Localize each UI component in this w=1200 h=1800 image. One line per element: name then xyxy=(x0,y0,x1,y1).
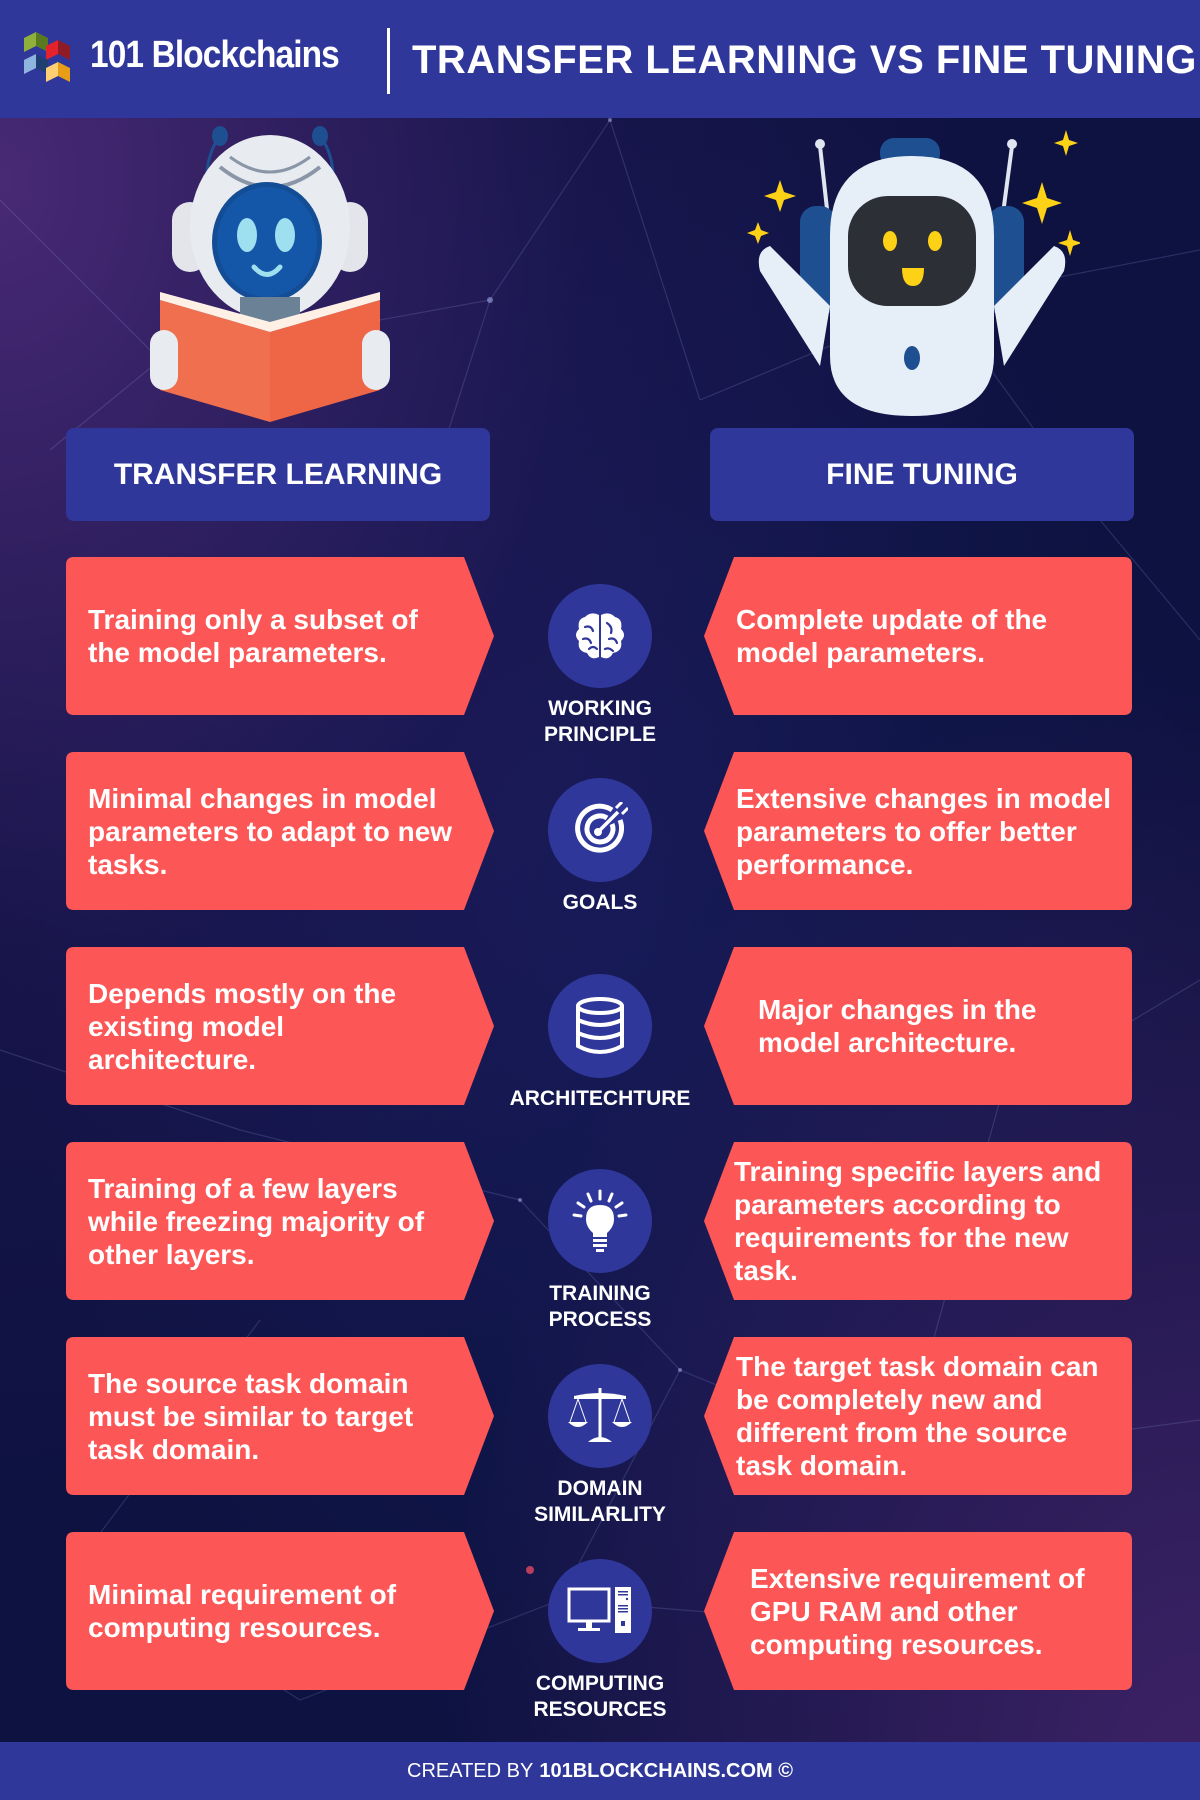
category-domain-similarity: DOMAIN SIMILARLITY xyxy=(520,1364,680,1528)
category-label: WORKING PRINCIPLE xyxy=(543,697,656,746)
fine-tuning-header: FINE TUNING xyxy=(710,428,1134,521)
transfer-learning-card: Training only a subset of the model para… xyxy=(66,557,494,715)
fine-tuning-card: Major changes in the model architecture. xyxy=(704,947,1132,1105)
transfer-learning-card: Minimal changes in model parameters to a… xyxy=(66,752,494,910)
card-text: Major changes in the model architecture. xyxy=(758,994,1037,1058)
footer-bar: CREATED BY 101BLOCKCHAINS.COM © xyxy=(0,1742,1200,1800)
fine-tuning-card: Extensive changes in model parameters to… xyxy=(704,752,1132,910)
fine-tuning-card: Complete update of the model parameters. xyxy=(704,557,1132,715)
card-text: Extensive requirement of GPU RAM and oth… xyxy=(750,1562,1085,1660)
fine-tuning-card: Training specific layers and parameters … xyxy=(704,1142,1132,1300)
card-text: Training only a subset of the model para… xyxy=(88,604,418,668)
fine-tuning-card: The target task domain can be completely… xyxy=(704,1337,1132,1495)
card-text: Complete update of the model parameters. xyxy=(736,604,1048,668)
database-icon xyxy=(576,997,624,1054)
robot-reading-book-illustration xyxy=(150,126,390,422)
header-divider xyxy=(387,28,390,94)
card-text: The source task domain must be similar t… xyxy=(88,1367,414,1465)
category-label: GOALS xyxy=(562,891,638,914)
card-text: Training of a few layers while freezing … xyxy=(88,1172,425,1270)
happy-robot-with-sparkles-illustration xyxy=(747,130,1080,416)
card-text: Minimal requirement of computing resourc… xyxy=(88,1579,397,1643)
footer-prefix: CREATED BY xyxy=(407,1759,534,1782)
brain-icon xyxy=(576,613,624,659)
category-working-principle: WORKING PRINCIPLE xyxy=(520,584,680,748)
transfer-learning-card: Depends mostly on the existing model arc… xyxy=(66,947,494,1105)
target-icon xyxy=(575,802,628,853)
card-text: Training specific layers and parameters … xyxy=(734,1156,1102,1286)
category-architecture: ARCHITECHTURE xyxy=(510,974,690,1112)
card-text: Extensive changes in model parameters to… xyxy=(736,782,1112,880)
brand-name: 101 Blockchains xyxy=(90,34,340,76)
category-label: ARCHITECHTURE xyxy=(509,1087,691,1110)
fine-tuning-card: Extensive requirement of GPU RAM and oth… xyxy=(704,1532,1132,1690)
transfer-learning-card: The source task domain must be similar t… xyxy=(66,1337,494,1495)
header-bar: 101 Blockchains TRANSFER LEARNING VS FIN… xyxy=(0,0,1200,118)
card-text: Minimal changes in model parameters to a… xyxy=(88,782,453,880)
category-computing-resources: COMPUTING RESOURCES xyxy=(520,1559,680,1723)
scales-icon xyxy=(568,1388,632,1442)
transfer-learning-header: TRANSFER LEARNING xyxy=(66,428,490,521)
page-title: TRANSFER LEARNING VS FINE TUNING xyxy=(412,38,1197,82)
computer-icon xyxy=(567,1587,631,1633)
stacked-cubes-logo-icon xyxy=(24,32,70,82)
card-text: Depends mostly on the existing model arc… xyxy=(88,977,397,1075)
category-label: TRAINING PROCESS xyxy=(548,1282,652,1331)
lightbulb-icon xyxy=(572,1189,628,1252)
category-goals: GOALS xyxy=(520,778,680,916)
card-text: The target task domain can be completely… xyxy=(736,1351,1099,1481)
category-label: COMPUTING RESOURCES xyxy=(533,1672,667,1721)
category-label: DOMAIN SIMILARLITY xyxy=(534,1477,666,1526)
transfer-learning-card: Training of a few layers while freezing … xyxy=(66,1142,494,1300)
transfer-learning-card: Minimal requirement of computing resourc… xyxy=(66,1532,494,1690)
category-training-process: TRAINING PROCESS xyxy=(520,1169,680,1333)
footer-site-link[interactable]: 101BLOCKCHAINS.COM © xyxy=(539,1760,793,1783)
